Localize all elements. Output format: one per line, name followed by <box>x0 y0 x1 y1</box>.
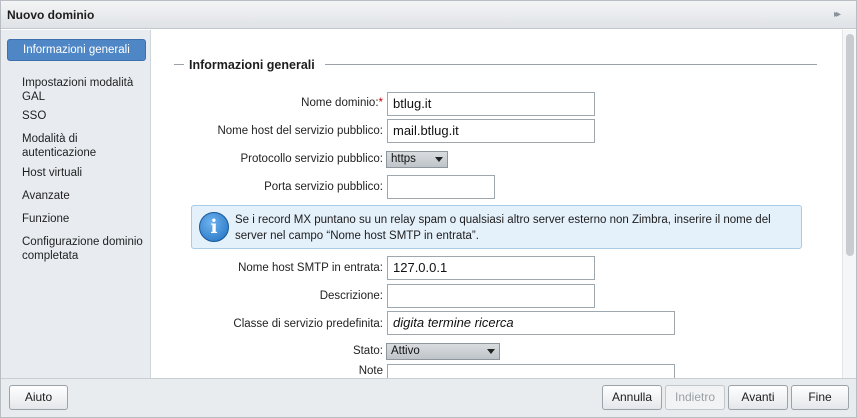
section-divider <box>325 64 817 65</box>
form-content: Informazioni generali Nome dominio:* btl… <box>152 30 842 378</box>
sidebar-item-host-virtuali[interactable]: Host virtuali <box>7 163 146 183</box>
finish-button[interactable]: Fine <box>791 385 849 410</box>
description-input[interactable] <box>387 284 595 308</box>
public-protocol-label: Protocollo servizio pubblico: <box>240 153 383 165</box>
sidebar-item-configurazione-completata[interactable]: Configurazione dominio completata <box>7 232 146 266</box>
wizard-sidebar: Informazioni generali Impostazioni modal… <box>1 30 151 378</box>
domain-name-label: Nome dominio:* <box>301 97 383 109</box>
sidebar-item-sso[interactable]: SSO <box>7 106 146 126</box>
sidebar-item-impostazioni-gal[interactable]: Impostazioni modalità GAL <box>7 73 146 107</box>
smtp-host-label: Nome host SMTP in entrata: <box>238 262 383 274</box>
title-bar: Nuovo dominio ▸▸ <box>1 1 856 29</box>
public-port-label: Porta servizio pubblico: <box>264 181 383 193</box>
status-value: Attivo <box>391 345 420 357</box>
dialog-title: Nuovo dominio <box>7 8 95 22</box>
next-button[interactable]: Avanti <box>728 385 788 410</box>
dropdown-arrow-icon <box>487 349 495 354</box>
info-text: Se i record MX puntano su un relay spam … <box>235 214 771 242</box>
help-button[interactable]: Aiuto <box>9 385 68 410</box>
public-port-input[interactable] <box>387 175 495 199</box>
vertical-scrollbar[interactable] <box>842 30 856 378</box>
new-domain-dialog: Nuovo dominio ▸▸ Informazioni generali I… <box>0 0 857 418</box>
back-button[interactable]: Indietro <box>665 385 725 410</box>
dialog-footer: Aiuto Annulla Indietro Avanti Fine <box>1 378 856 417</box>
notes-label: Note <box>358 365 383 377</box>
public-host-input[interactable]: mail.btlug.it <box>387 119 595 143</box>
required-mark: * <box>378 97 383 109</box>
sidebar-item-funzione[interactable]: Funzione <box>7 209 146 229</box>
double-chevron-right-icon[interactable]: ▸▸ <box>834 10 846 20</box>
status-select[interactable]: Attivo <box>386 343 500 360</box>
notes-textarea[interactable] <box>387 364 675 378</box>
sidebar-item-informazioni-generali[interactable]: Informazioni generali <box>7 39 146 61</box>
section-divider <box>174 64 184 65</box>
status-label: Stato: <box>352 345 383 357</box>
dropdown-arrow-icon <box>435 157 443 162</box>
default-cos-input[interactable]: digita termine ricerca <box>387 311 675 335</box>
cancel-button[interactable]: Annulla <box>602 385 662 410</box>
default-cos-label: Classe di servizio predefinita: <box>233 318 383 330</box>
info-icon: i <box>199 212 229 242</box>
sidebar-item-autenticazione[interactable]: Modalità di autenticazione <box>7 129 146 163</box>
description-label: Descrizione: <box>319 290 383 302</box>
smtp-host-input[interactable]: 127.0.0.1 <box>387 256 595 280</box>
public-protocol-select[interactable]: https <box>386 151 448 168</box>
domain-name-input[interactable]: btlug.it <box>387 92 595 116</box>
scrollbar-thumb[interactable] <box>846 34 854 256</box>
info-message: i Se i record MX puntano su un relay spa… <box>191 205 802 249</box>
sidebar-item-avanzate[interactable]: Avanzate <box>7 186 146 206</box>
public-host-label: Nome host del servizio pubblico: <box>217 125 383 137</box>
section-title: Informazioni generali <box>189 58 315 72</box>
public-protocol-value: https <box>391 153 416 165</box>
